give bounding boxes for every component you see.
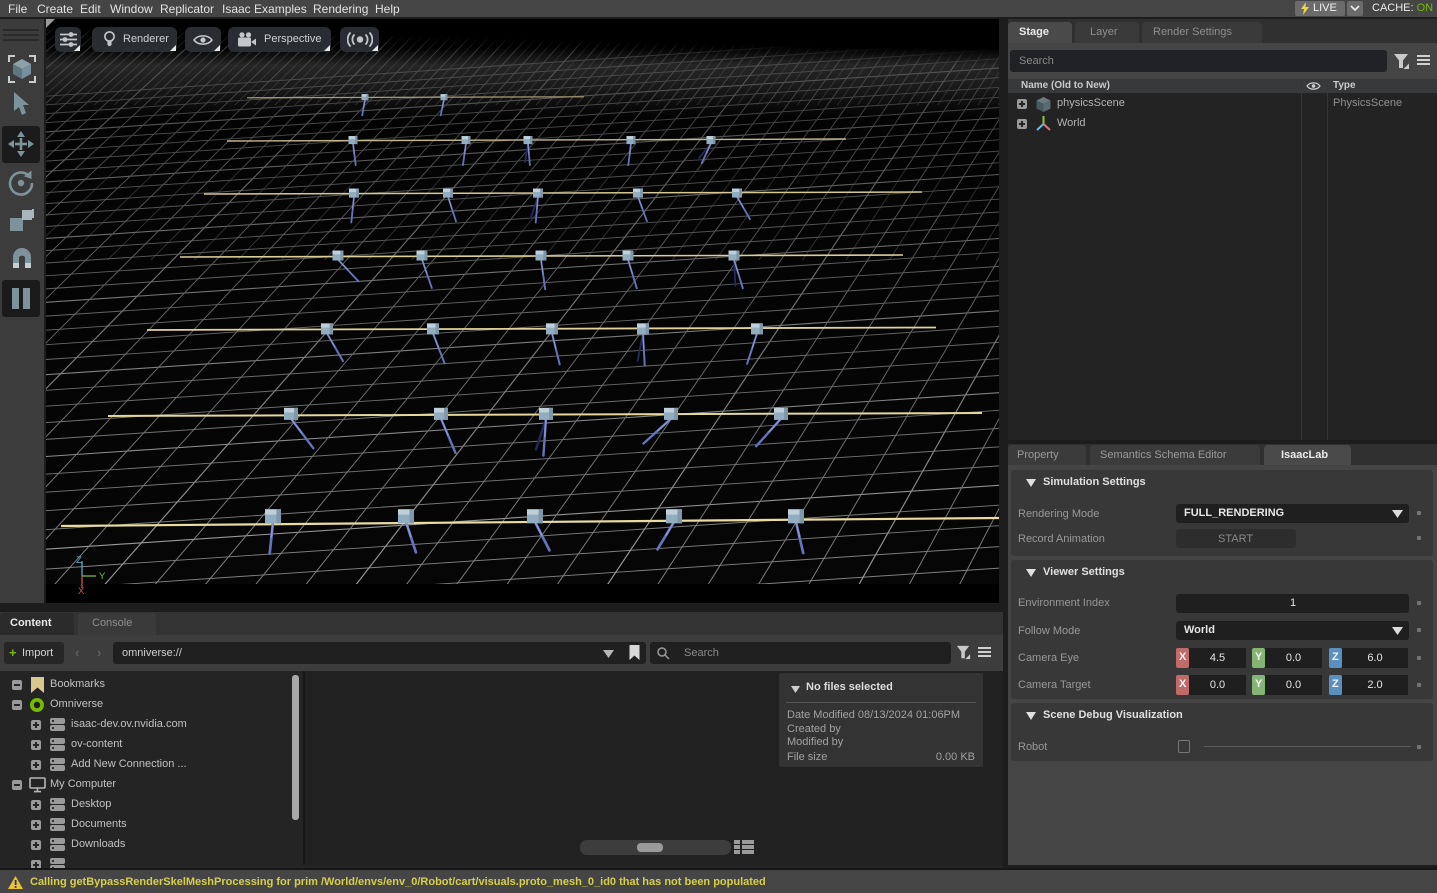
svg-text:Z: Z <box>76 555 82 566</box>
svg-text:Y: Y <box>99 571 106 582</box>
svg-text:X: X <box>78 586 85 597</box>
